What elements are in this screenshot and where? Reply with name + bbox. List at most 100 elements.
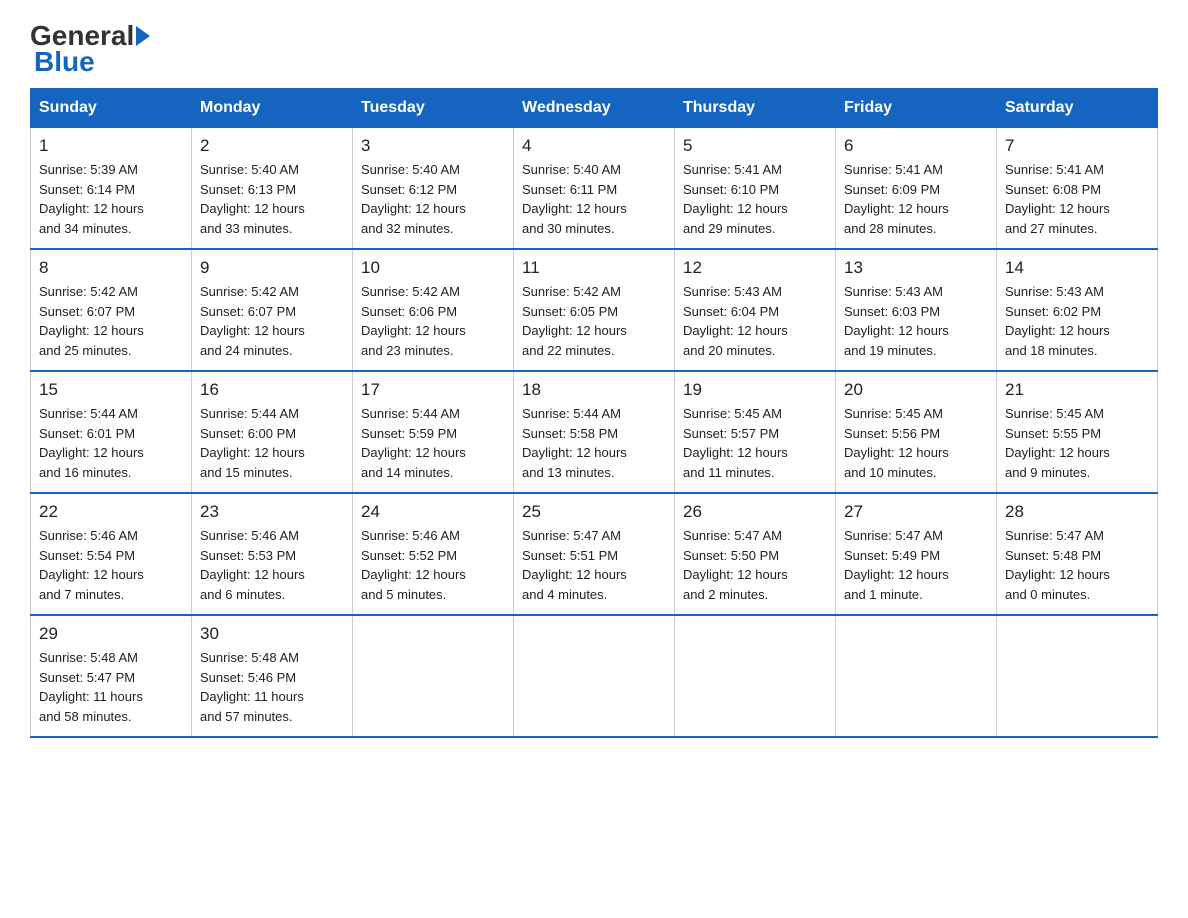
calendar-cell: 3 Sunrise: 5:40 AMSunset: 6:12 PMDaylight…	[353, 128, 514, 250]
header-cell-wednesday: Wednesday	[514, 89, 675, 128]
calendar-cell	[836, 615, 997, 737]
calendar-cell: 4 Sunrise: 5:40 AMSunset: 6:11 PMDaylight…	[514, 128, 675, 250]
calendar-cell: 30 Sunrise: 5:48 AMSunset: 5:46 PMDayligh…	[192, 615, 353, 737]
day-number: 17	[361, 380, 505, 400]
calendar-cell: 18 Sunrise: 5:44 AMSunset: 5:58 PMDayligh…	[514, 371, 675, 493]
day-info: Sunrise: 5:46 AMSunset: 5:52 PMDaylight:…	[361, 526, 505, 604]
calendar-cell: 2 Sunrise: 5:40 AMSunset: 6:13 PMDaylight…	[192, 128, 353, 250]
day-number: 28	[1005, 502, 1149, 522]
calendar-cell	[997, 615, 1158, 737]
day-info: Sunrise: 5:42 AMSunset: 6:05 PMDaylight:…	[522, 282, 666, 360]
calendar-week-row: 15 Sunrise: 5:44 AMSunset: 6:01 PMDayligh…	[31, 371, 1158, 493]
calendar-cell: 9Sunrise: 5:42 AMSunset: 6:07 PMDaylight…	[192, 249, 353, 371]
day-info: Sunrise: 5:46 AMSunset: 5:54 PMDaylight:…	[39, 526, 183, 604]
day-number: 29	[39, 624, 183, 644]
day-info: Sunrise: 5:45 AMSunset: 5:55 PMDaylight:…	[1005, 404, 1149, 482]
calendar-table: SundayMondayTuesdayWednesdayThursdayFrid…	[30, 88, 1158, 738]
day-info: Sunrise: 5:41 AMSunset: 6:08 PMDaylight:…	[1005, 160, 1149, 238]
day-info: Sunrise: 5:45 AMSunset: 5:57 PMDaylight:…	[683, 404, 827, 482]
day-info: Sunrise: 5:44 AMSunset: 5:59 PMDaylight:…	[361, 404, 505, 482]
day-number: 19	[683, 380, 827, 400]
day-info: Sunrise: 5:40 AMSunset: 6:13 PMDaylight:…	[200, 160, 344, 238]
day-info: Sunrise: 5:44 AMSunset: 5:58 PMDaylight:…	[522, 404, 666, 482]
calendar-cell: 8 Sunrise: 5:42 AMSunset: 6:07 PMDaylight…	[31, 249, 192, 371]
calendar-cell: 26Sunrise: 5:47 AMSunset: 5:50 PMDayligh…	[675, 493, 836, 615]
day-info: Sunrise: 5:44 AMSunset: 6:01 PMDaylight:…	[39, 404, 183, 482]
day-info: Sunrise: 5:45 AMSunset: 5:56 PMDaylight:…	[844, 404, 988, 482]
logo-blue-part: Blue	[30, 46, 95, 78]
calendar-cell: 29 Sunrise: 5:48 AMSunset: 5:47 PMDayligh…	[31, 615, 192, 737]
day-number: 10	[361, 258, 505, 278]
calendar-cell: 27Sunrise: 5:47 AMSunset: 5:49 PMDayligh…	[836, 493, 997, 615]
day-number: 20	[844, 380, 988, 400]
day-number: 6	[844, 136, 988, 156]
day-number: 23	[200, 502, 344, 522]
day-info: Sunrise: 5:39 AMSunset: 6:14 PMDaylight:…	[39, 160, 183, 238]
calendar-cell: 13Sunrise: 5:43 AMSunset: 6:03 PMDayligh…	[836, 249, 997, 371]
day-info: Sunrise: 5:47 AMSunset: 5:50 PMDaylight:…	[683, 526, 827, 604]
calendar-cell: 16 Sunrise: 5:44 AMSunset: 6:00 PMDayligh…	[192, 371, 353, 493]
day-number: 4	[522, 136, 666, 156]
calendar-cell: 1 Sunrise: 5:39 AMSunset: 6:14 PMDaylight…	[31, 128, 192, 250]
calendar-cell	[514, 615, 675, 737]
day-info: Sunrise: 5:48 AMSunset: 5:46 PMDaylight:…	[200, 648, 344, 726]
calendar-cell	[675, 615, 836, 737]
calendar-week-row: 22 Sunrise: 5:46 AMSunset: 5:54 PMDayligh…	[31, 493, 1158, 615]
day-number: 14	[1005, 258, 1149, 278]
calendar-cell: 20 Sunrise: 5:45 AMSunset: 5:56 PMDayligh…	[836, 371, 997, 493]
day-info: Sunrise: 5:40 AMSunset: 6:12 PMDaylight:…	[361, 160, 505, 238]
calendar-cell: 15 Sunrise: 5:44 AMSunset: 6:01 PMDayligh…	[31, 371, 192, 493]
header-cell-thursday: Thursday	[675, 89, 836, 128]
day-number: 9	[200, 258, 344, 278]
day-info: Sunrise: 5:47 AMSunset: 5:51 PMDaylight:…	[522, 526, 666, 604]
day-number: 22	[39, 502, 183, 522]
day-number: 25	[522, 502, 666, 522]
logo: General Blue	[30, 20, 150, 78]
calendar-cell: 11 Sunrise: 5:42 AMSunset: 6:05 PMDayligh…	[514, 249, 675, 371]
calendar-week-row: 29 Sunrise: 5:48 AMSunset: 5:47 PMDayligh…	[31, 615, 1158, 737]
day-info: Sunrise: 5:47 AMSunset: 5:48 PMDaylight:…	[1005, 526, 1149, 604]
calendar-cell: 6 Sunrise: 5:41 AMSunset: 6:09 PMDaylight…	[836, 128, 997, 250]
calendar-cell: 22 Sunrise: 5:46 AMSunset: 5:54 PMDayligh…	[31, 493, 192, 615]
day-number: 30	[200, 624, 344, 644]
day-info: Sunrise: 5:42 AMSunset: 6:07 PMDaylight:…	[39, 282, 183, 360]
day-number: 2	[200, 136, 344, 156]
header-cell-monday: Monday	[192, 89, 353, 128]
day-number: 15	[39, 380, 183, 400]
calendar-cell: 23Sunrise: 5:46 AMSunset: 5:53 PMDayligh…	[192, 493, 353, 615]
calendar-week-row: 8 Sunrise: 5:42 AMSunset: 6:07 PMDaylight…	[31, 249, 1158, 371]
day-info: Sunrise: 5:43 AMSunset: 6:02 PMDaylight:…	[1005, 282, 1149, 360]
calendar-cell: 14 Sunrise: 5:43 AMSunset: 6:02 PMDayligh…	[997, 249, 1158, 371]
header-cell-sunday: Sunday	[31, 89, 192, 128]
day-info: Sunrise: 5:42 AMSunset: 6:06 PMDaylight:…	[361, 282, 505, 360]
day-number: 1	[39, 136, 183, 156]
day-number: 11	[522, 258, 666, 278]
calendar-cell: 25 Sunrise: 5:47 AMSunset: 5:51 PMDayligh…	[514, 493, 675, 615]
calendar-header-row: SundayMondayTuesdayWednesdayThursdayFrid…	[31, 89, 1158, 128]
day-number: 21	[1005, 380, 1149, 400]
day-number: 27	[844, 502, 988, 522]
header-cell-friday: Friday	[836, 89, 997, 128]
calendar-cell: 10 Sunrise: 5:42 AMSunset: 6:06 PMDayligh…	[353, 249, 514, 371]
calendar-cell	[353, 615, 514, 737]
day-info: Sunrise: 5:43 AMSunset: 6:04 PMDaylight:…	[683, 282, 827, 360]
day-info: Sunrise: 5:41 AMSunset: 6:10 PMDaylight:…	[683, 160, 827, 238]
day-number: 24	[361, 502, 505, 522]
day-number: 3	[361, 136, 505, 156]
day-number: 18	[522, 380, 666, 400]
day-number: 8	[39, 258, 183, 278]
calendar-cell: 19 Sunrise: 5:45 AMSunset: 5:57 PMDayligh…	[675, 371, 836, 493]
day-number: 12	[683, 258, 827, 278]
calendar-cell: 5 Sunrise: 5:41 AMSunset: 6:10 PMDaylight…	[675, 128, 836, 250]
calendar-cell: 7 Sunrise: 5:41 AMSunset: 6:08 PMDaylight…	[997, 128, 1158, 250]
logo-arrow-icon	[136, 26, 150, 46]
day-number: 16	[200, 380, 344, 400]
day-info: Sunrise: 5:40 AMSunset: 6:11 PMDaylight:…	[522, 160, 666, 238]
day-info: Sunrise: 5:44 AMSunset: 6:00 PMDaylight:…	[200, 404, 344, 482]
day-info: Sunrise: 5:41 AMSunset: 6:09 PMDaylight:…	[844, 160, 988, 238]
calendar-cell: 21 Sunrise: 5:45 AMSunset: 5:55 PMDayligh…	[997, 371, 1158, 493]
day-number: 7	[1005, 136, 1149, 156]
day-number: 5	[683, 136, 827, 156]
header-cell-tuesday: Tuesday	[353, 89, 514, 128]
day-info: Sunrise: 5:48 AMSunset: 5:47 PMDaylight:…	[39, 648, 183, 726]
